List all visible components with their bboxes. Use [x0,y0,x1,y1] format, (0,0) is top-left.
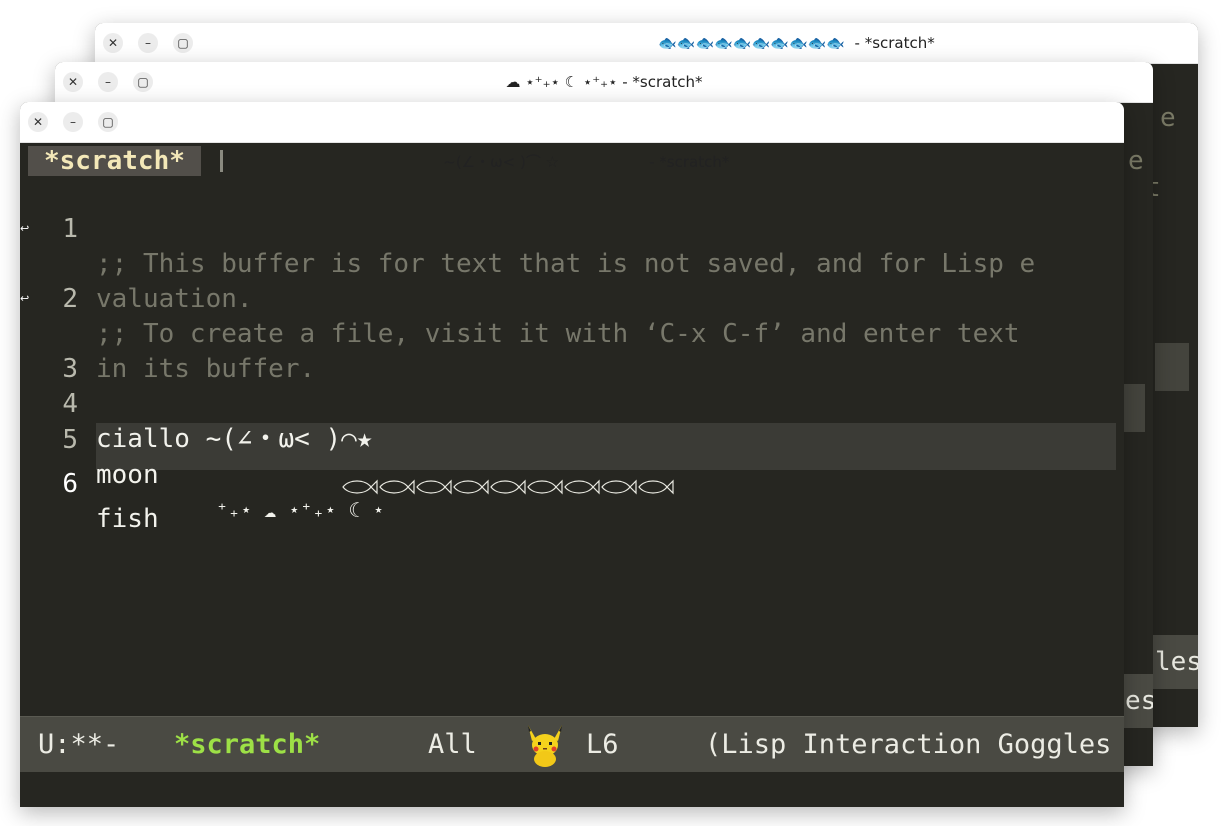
titlebar[interactable]: ✕ – ▢ 🐟🐟🐟🐟🐟🐟🐟🐟🐟🐟 - *scratch* [95,23,1198,64]
line-number: 6 [62,469,78,499]
editor-line: 2 ;; To create a file, visit it with ‘C-… [20,247,1019,349]
modeline-major-mode[interactable]: (Lisp Interaction Goggles [705,717,1111,772]
fish-icon [638,479,674,495]
fish-icon [416,479,452,495]
editor-line: valuation. [20,212,253,314]
minimize-icon[interactable]: – [138,33,158,53]
fish-icon [601,479,637,495]
editor-line: 5 moon ⁺₊⋆ ☁ ⋆⁺₊⋆ ☾ ⋆ [20,388,384,522]
titlebar[interactable]: ✕ – ▢ ~(∠・ω< )⌒ ☆ - *scratch* [20,102,1124,171]
mode-line[interactable]: U:**- *scratch* All L6 (Lisp Interaction… [20,716,1124,772]
window-title: 🐟🐟🐟🐟🐟🐟🐟🐟🐟🐟 - *scratch* [658,34,935,52]
modeline-position: All [428,729,477,760]
window-title: ~(∠・ω< )⌒ ☆ - *scratch* [20,102,1124,171]
editor-line: in its buffer. [20,282,315,384]
tab-separator [220,150,223,172]
close-icon[interactable]: ✕ [103,33,123,53]
fish-icon [527,479,563,495]
hl-line [1123,384,1145,432]
line-text: valuation. [96,284,253,314]
fish-icon [490,479,526,495]
line-text: ;; To create a file, visit it with ‘C-x … [96,319,1020,349]
modeline-buffer-name[interactable]: *scratch* [174,717,320,772]
modeline-fragment: es [1123,674,1153,728]
editor-line: 3 [20,317,114,384]
minibuffer[interactable] [20,772,1124,807]
text-fragment: e [1128,146,1144,176]
fish-icon [379,479,415,495]
pikachu-icon [528,725,562,767]
emacs-window-ciallo[interactable]: ✕ – ▢ ~(∠・ω< )⌒ ☆ - *scratch* *scratch* ↩… [20,102,1124,807]
text-fragment: e [1160,103,1176,133]
tab-line: *scratch* [20,142,1124,178]
window-title: ☁ ⋆⁺₊⋆ ☾ ⋆⁺₊⋆ - *scratch* [505,73,703,91]
line-text: in its buffer. [96,354,316,384]
fish-decoration [216,438,681,543]
modeline-fragment: les [1153,635,1198,689]
modeline-line-number: L6 [586,729,619,760]
fish-icon [453,479,489,495]
fish-icon [342,479,378,495]
line-text: ;; This buffer is for text that is not s… [96,249,1036,279]
fish-icon [564,479,600,495]
hl-line [1155,343,1189,391]
editor-line: 1 ;; This buffer is for text that is not… [20,177,1035,279]
editor-line: 4 ciallo ~(∠・ω< )⌒★ [20,352,372,454]
tab-scratch[interactable]: *scratch* [28,146,201,176]
editor-line-current: 6 fish [20,432,674,534]
modeline-state: U:**- [38,729,120,760]
maximize-icon[interactable]: ▢ [173,33,193,53]
line-text: fish [96,504,159,534]
titlebar[interactable]: ✕ – ▢ ☁ ⋆⁺₊⋆ ☾ ⋆⁺₊⋆ - *scratch* [55,62,1153,103]
